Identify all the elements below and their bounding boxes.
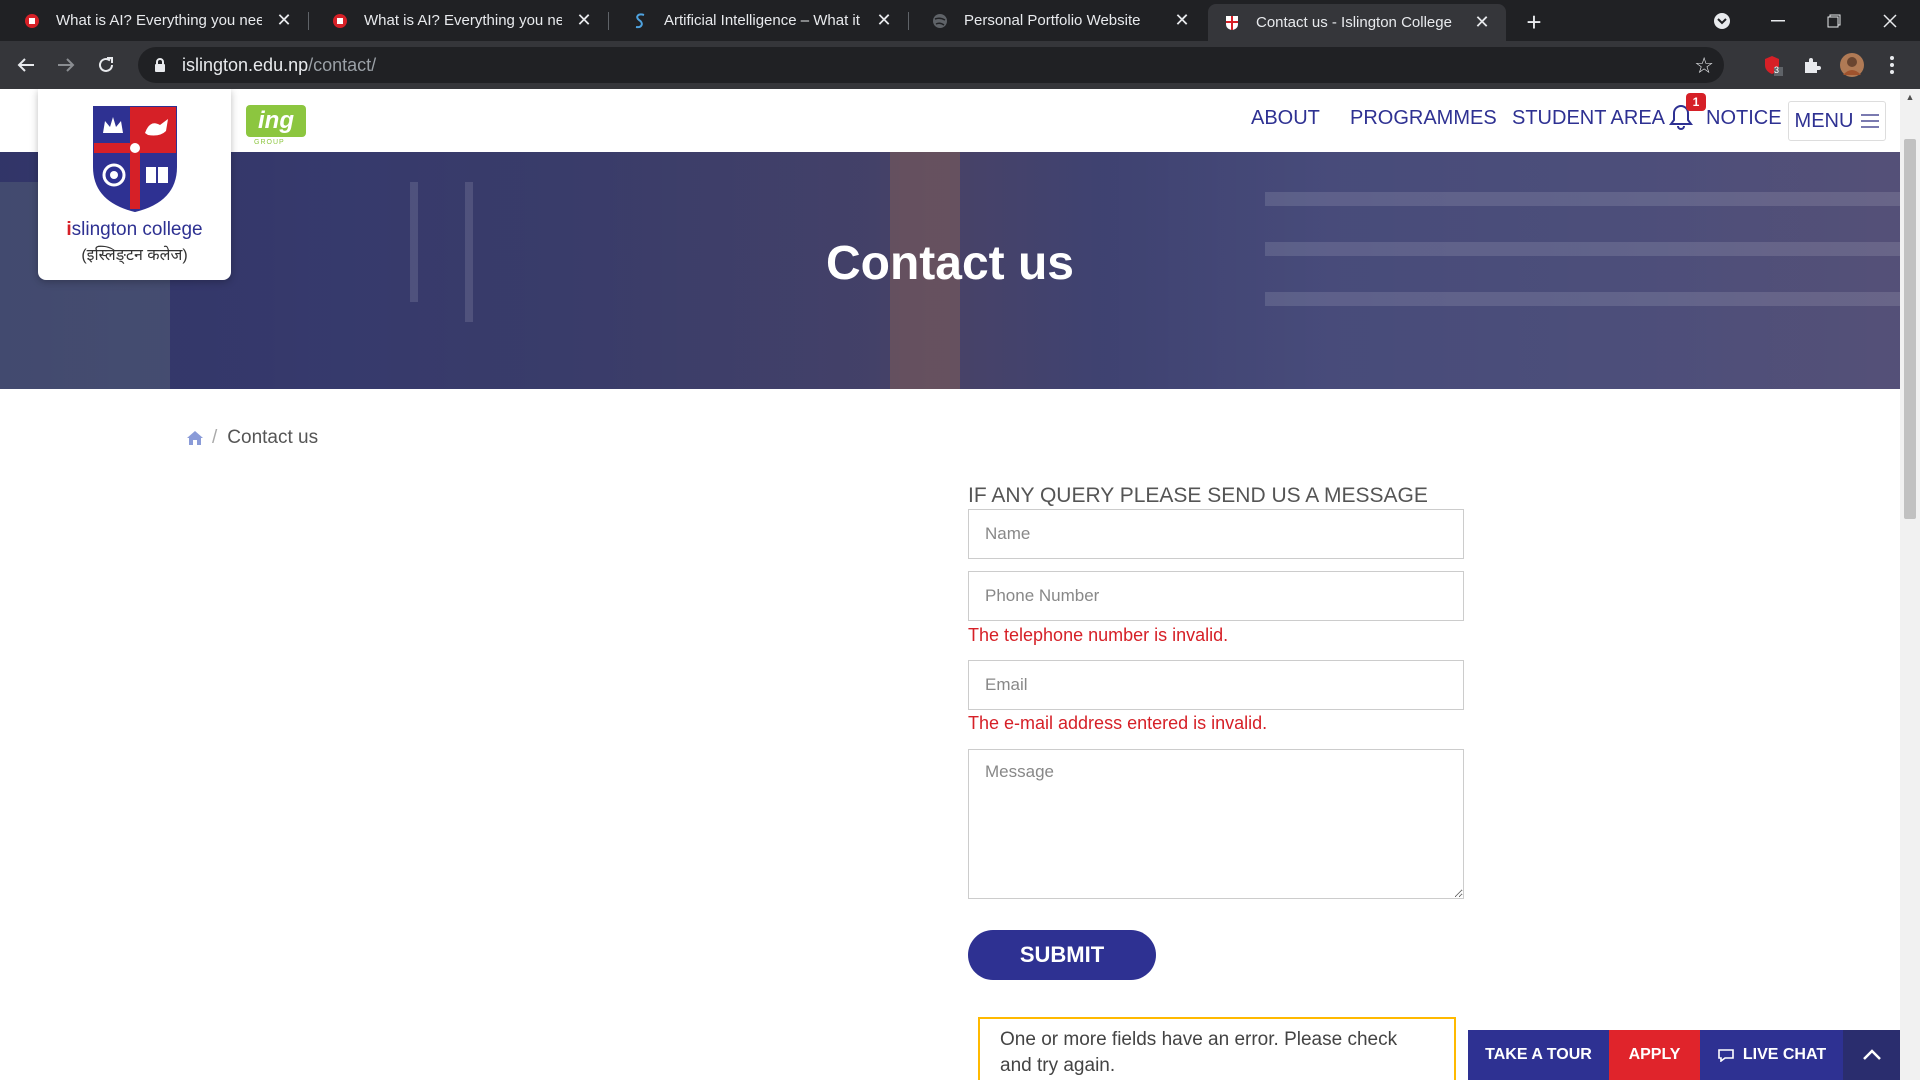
phone-number-field[interactable] [968,571,1464,621]
restore-icon[interactable] [1806,0,1862,41]
window-close-icon[interactable] [1862,0,1918,41]
minimize-icon[interactable] [1750,0,1806,41]
menu-button[interactable]: MENU [1788,101,1886,141]
close-icon[interactable]: ✕ [874,10,894,31]
nav-programmes[interactable]: PROGRAMMES [1350,107,1497,130]
menu-label: MENU [1794,109,1854,132]
notice-count-badge: 1 [1686,93,1706,111]
red-round-icon [332,13,348,29]
phone-error-message: The telephone number is invalid. [968,625,1229,645]
page-scrollbar[interactable]: ▲ [1900,89,1920,1080]
email-error-message: The e-mail address entered is invalid. [968,713,1268,733]
close-icon[interactable]: ✕ [1172,10,1192,31]
address-bar[interactable]: islington.edu.np/contact/ ☆ [138,47,1724,83]
home-icon[interactable] [186,430,204,446]
submit-button[interactable]: SUBMIT [968,930,1156,980]
hero-banner: Contact us [0,152,1900,389]
web-page: ing GROUP ABOUT PROGRAMMES STUDENT AREA … [0,89,1900,1080]
blue-s-icon [632,13,648,29]
tab-title: Contact us - Islington College [1256,14,1452,31]
form-error-alert: One or more fields have an error. Please… [978,1017,1456,1080]
college-crest-icon [92,106,177,213]
lock-icon [155,58,165,72]
kebab-menu-icon[interactable] [1878,51,1906,79]
back-arrow-icon[interactable] [10,49,42,81]
nav-about[interactable]: ABOUT [1251,107,1320,130]
breadcrumb-current: Contact us [227,427,319,448]
browser-tab-strip: What is AI? Everything you need ✕ What i… [0,0,1920,41]
back-to-top-button[interactable] [1843,1030,1900,1080]
url-text: islington.edu.np/contact/ [182,54,377,75]
ing-group-label: GROUP [254,139,285,146]
browser-tab-active[interactable]: Contact us - Islington College ✕ [1208,4,1506,41]
new-tab-button[interactable]: + [1520,7,1548,37]
globe-icon [932,13,948,29]
page-title: Contact us [825,237,1074,290]
extension-badge: 3 [1774,65,1780,75]
breadcrumb: / Contact us [186,427,318,449]
hamburger-icon [1861,114,1880,128]
chevron-up-icon [1862,1049,1881,1060]
name-field[interactable] [968,509,1464,559]
nav-notice[interactable]: NOTICE [1706,107,1782,130]
logo-wordmark: islington college [66,219,203,240]
message-field[interactable] [968,749,1464,899]
logo-subtitle-nepali: (इस्लिङ्टन कलेज) [81,247,188,264]
puzzle-extensions-icon[interactable] [1798,51,1826,79]
ing-group-logo[interactable]: ing [246,105,306,137]
extension-shield-icon[interactable]: 3 [1758,51,1786,79]
site-header: ing GROUP ABOUT PROGRAMMES STUDENT AREA … [0,89,1900,152]
college-logo[interactable]: islington college (इस्लिङ्टन कलेज) [38,89,231,280]
live-chat-label: LIVE CHAT [1742,1046,1827,1063]
red-round-icon [24,13,40,29]
email-field[interactable] [968,660,1464,710]
browser-tab[interactable]: Artificial Intelligence – What it is ✕ [608,0,908,41]
hero-railing-bar [1265,192,1900,206]
live-chat-button[interactable]: LIVE CHAT [1700,1030,1843,1080]
bookmark-star-icon[interactable]: ☆ [1694,53,1714,79]
browser-tab[interactable]: What is AI? Everything you need ✕ [308,0,608,41]
browser-tab[interactable]: Personal Portfolio Website ✕ [908,0,1206,41]
breadcrumb-separator: / [212,427,218,448]
college-crest-icon [1224,15,1240,31]
browser-tab[interactable]: What is AI? Everything you need ✕ [0,0,308,41]
chevron-down-icon [1714,12,1730,29]
close-icon[interactable]: ✕ [574,10,594,31]
tab-search-button[interactable] [1694,0,1750,41]
tab-title: Artificial Intelligence – What it is [664,12,862,29]
close-icon[interactable]: ✕ [274,10,294,31]
scrollbar-thumb[interactable] [1904,139,1916,519]
scroll-up-arrow-icon[interactable]: ▲ [1900,89,1920,105]
browser-toolbar: islington.edu.np/contact/ ☆ 3 [0,41,1920,89]
nav-student-area[interactable]: STUDENT AREA [1512,107,1665,130]
tab-title: What is AI? Everything you need [56,12,262,29]
tab-title: Personal Portfolio Website [964,12,1141,29]
take-a-tour-button[interactable]: TAKE A TOUR [1468,1030,1609,1080]
reload-icon[interactable] [90,49,122,81]
form-heading: IF ANY QUERY PLEASE SEND US A MESSAGE [968,484,1428,507]
profile-avatar-icon[interactable] [1838,51,1866,79]
hero-railing-bar [1265,292,1900,306]
chat-bubble-icon [1718,1049,1734,1062]
forward-arrow-icon[interactable] [50,49,82,81]
tab-title: What is AI? Everything you need [364,12,562,29]
apply-button[interactable]: APPLY [1609,1030,1700,1080]
close-icon[interactable]: ✕ [1472,12,1492,33]
